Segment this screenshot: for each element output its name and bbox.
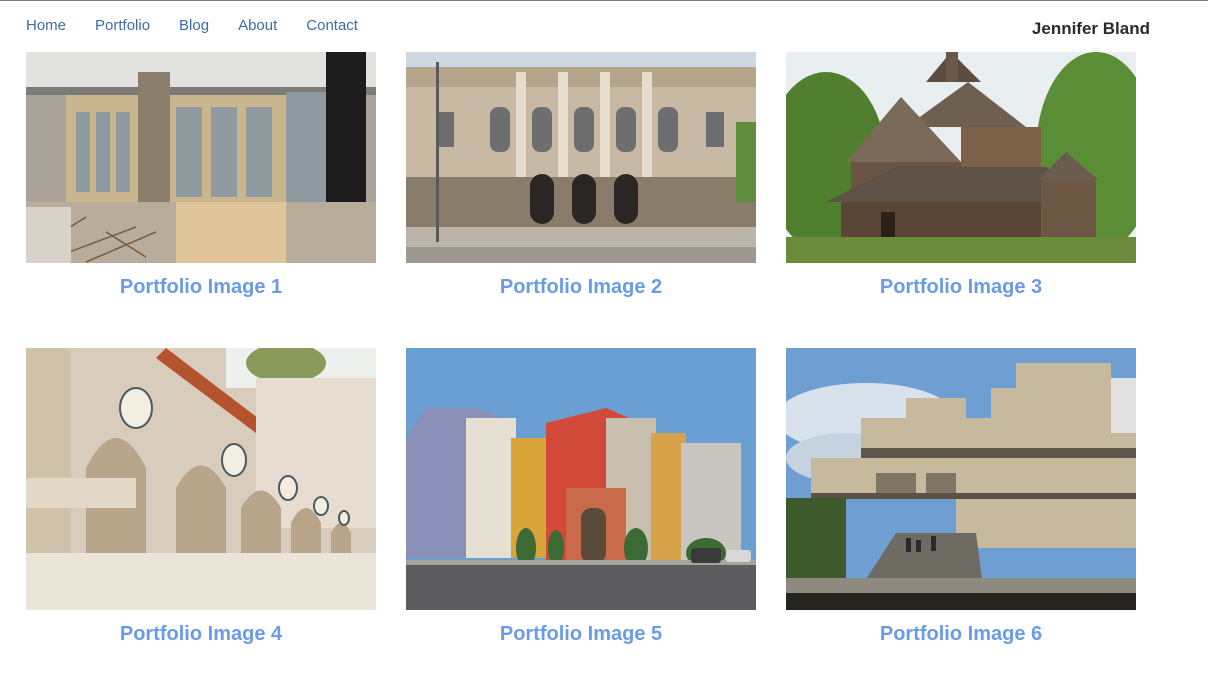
portfolio-item-6: Portfolio Image 6: [786, 348, 1136, 646]
portfolio-image-3[interactable]: [786, 52, 1136, 263]
portfolio-item-4: Portfolio Image 4: [26, 348, 376, 646]
nav-home-link[interactable]: Home: [26, 17, 66, 35]
main-nav: Home Portfolio Blog About Contact: [26, 17, 387, 35]
portfolio-caption-6[interactable]: Portfolio Image 6: [786, 623, 1136, 646]
nav-contact-link[interactable]: Contact: [306, 17, 358, 35]
nav-blog-link[interactable]: Blog: [179, 17, 209, 35]
portfolio-item-5: Portfolio Image 5: [406, 348, 756, 646]
portfolio-item-2: Portfolio Image 2: [406, 52, 756, 299]
portfolio-image-2[interactable]: [406, 52, 756, 263]
portfolio-caption-1[interactable]: Portfolio Image 1: [26, 276, 376, 299]
portfolio-caption-3[interactable]: Portfolio Image 3: [786, 276, 1136, 299]
nav-about-link[interactable]: About: [238, 17, 277, 35]
portfolio-caption-5[interactable]: Portfolio Image 5: [406, 623, 756, 646]
portfolio-item-3: Portfolio Image 3: [786, 52, 1136, 299]
top-border: [0, 0, 1208, 1]
portfolio-image-5[interactable]: [406, 348, 756, 610]
site-brand[interactable]: Jennifer Bland: [1032, 19, 1150, 39]
portfolio-image-1[interactable]: [26, 52, 376, 263]
portfolio-image-6[interactable]: [786, 348, 1136, 610]
nav-portfolio-link[interactable]: Portfolio: [95, 17, 150, 35]
portfolio-caption-2[interactable]: Portfolio Image 2: [406, 276, 756, 299]
portfolio-image-4[interactable]: [26, 348, 376, 610]
portfolio-caption-4[interactable]: Portfolio Image 4: [26, 623, 376, 646]
portfolio-item-1: Portfolio Image 1: [26, 52, 376, 299]
